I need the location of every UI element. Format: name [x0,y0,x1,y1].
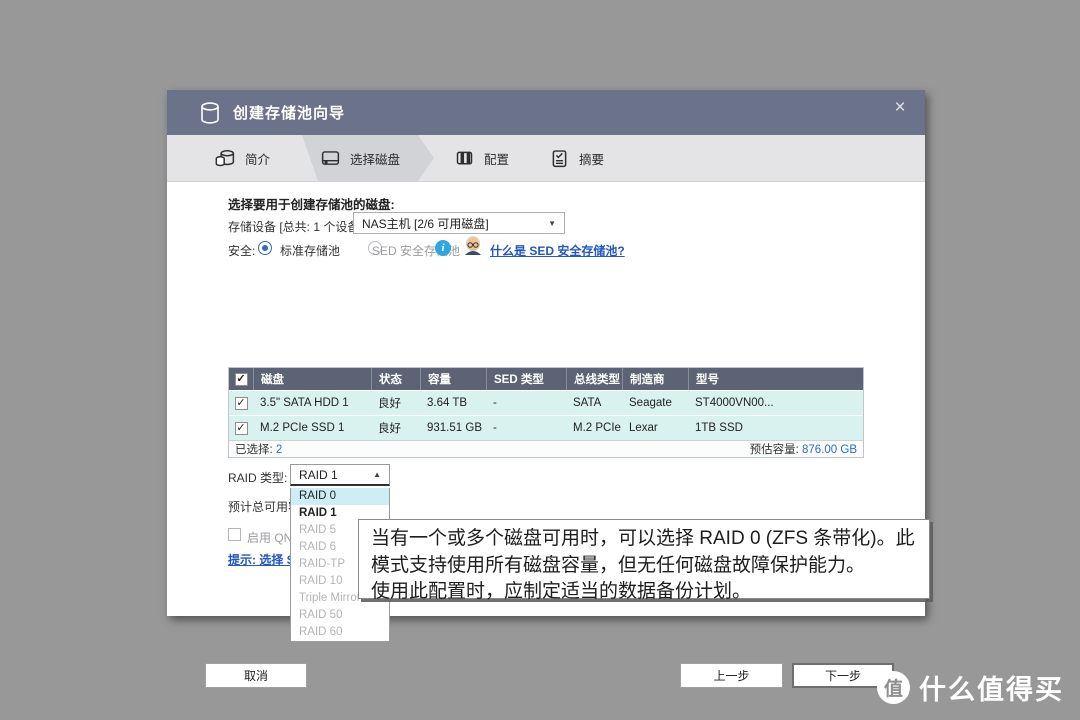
cancel-button[interactable]: 取消 [205,663,307,688]
cell-capacity: 931.51 GB [420,422,486,434]
disk-table-header: ✓ 磁盘 状态 容量 SED 类型 总线类型 制造商 型号 [229,368,863,390]
chevron-down-icon: ▼ [548,219,556,228]
tooltip-line: 使用此配置时，应制定适当的数据备份计划。 [371,579,917,606]
smzdm-logo-icon: 值 [877,671,910,704]
col-header-disk[interactable]: 磁盘 [253,368,371,390]
professor-mascot-icon [461,235,485,257]
create-storage-pool-wizard-dialog: 创建存储池向导 × 简介 选择磁盘 [167,90,925,616]
storage-device-select[interactable]: NAS主机 [2/6 可用磁盘] ▼ [353,212,565,234]
cell-status: 良好 [371,420,420,436]
col-header-status[interactable]: 状态 [371,368,420,390]
cell-disk: M.2 PCIe SSD 1 [253,422,371,434]
select-all-checkbox[interactable]: ✓ [235,373,248,386]
row-checkbox[interactable]: ✓ [235,397,248,410]
cell-manufacturer: Lexar [622,422,688,434]
selected-label: 已选择: [235,444,273,456]
storage-device-label: 存储设备 [总共: 1 个设备]: [228,218,366,235]
step-label: 选择磁盘 [350,149,400,168]
raid-type-label: RAID 类型: [228,469,287,486]
raid0-description-tooltip: 当有一个或多个磁盘可用时，可以选择 RAID 0 (ZFS 条带化)。此 模式支… [358,519,930,599]
radio-standard-pool-label: 标准存储池 [280,242,340,259]
storage-device-value: NAS主机 [2/6 可用磁盘] [362,215,489,232]
chevron-up-icon: ▲ [373,470,381,479]
storage-pool-icon [199,101,221,125]
previous-button[interactable]: 上一步 [680,663,783,688]
tooltip-line: 模式支持使用所有磁盘容量，但无任何磁盘故障保护能力。 [371,553,917,580]
disk-icon [320,148,341,169]
cell-model: 1TB SSD [688,422,863,434]
page-title: 选择要用于创建存储池的磁盘: [228,194,395,213]
raid-option-raid0[interactable]: RAID 0 [291,488,389,505]
step-label: 配置 [484,149,509,168]
step-intro[interactable]: 简介 [195,135,290,181]
step-select-disks[interactable]: 选择磁盘 [290,135,434,181]
step-label: 简介 [245,149,270,168]
cell-sed-type: - [486,422,566,434]
col-header-model[interactable]: 型号 [688,368,863,390]
raid-option-raid60[interactable]: RAID 60 [291,624,389,641]
table-row[interactable]: ✓ M.2 PCIe SSD 1 良好 931.51 GB - M.2 PCIe… [229,415,863,440]
step-configure[interactable]: 配置 [434,135,529,181]
estimate-label: 预估容量: [750,444,799,456]
dialog-title: 创建存储池向导 [233,102,345,123]
tooltip-line: 当有一个或多个磁盘可用时，可以选择 RAID 0 (ZFS 条带化)。此 [371,526,917,553]
security-label: 安全: [228,242,255,259]
cell-capacity: 3.64 TB [420,397,486,409]
sed-help-link[interactable]: 什么是 SED 安全存储池? [490,242,625,259]
estimate-value: 876.00 GB [802,444,857,456]
table-row[interactable]: ✓ 3.5" SATA HDD 1 良好 3.64 TB - SATA Seag… [229,390,863,415]
pools-icon [215,148,236,169]
col-header-manufacturer[interactable]: 制造商 [622,368,688,390]
col-header-sed-type[interactable]: SED 类型 [486,368,566,390]
wizard-step-bar: 简介 选择磁盘 配置 [167,135,925,182]
summary-checklist-icon [549,148,570,169]
dialog-titlebar: 创建存储池向导 × [167,90,925,135]
config-icon [454,148,475,169]
enable-qnap-checkbox[interactable] [228,528,241,541]
raid-type-value: RAID 1 [299,468,338,482]
selected-count: 2 [276,444,282,456]
radio-standard-pool[interactable] [258,241,272,255]
raid-type-select[interactable]: RAID 1 ▲ [290,464,390,486]
info-icon[interactable]: i [435,240,451,256]
step-label: 摘要 [579,149,604,168]
desktop-background: 创建存储池向导 × 简介 选择磁盘 [0,0,1080,720]
cell-disk: 3.5" SATA HDD 1 [253,397,371,409]
cell-bus-type: SATA [566,397,622,409]
raid-option-raid50[interactable]: RAID 50 [291,607,389,624]
cell-model: ST4000VN00... [688,397,863,409]
wizard-content: 选择要用于创建存储池的磁盘: 存储设备 [总共: 1 个设备]: NAS主机 [… [167,182,925,616]
disk-table: ✓ 磁盘 状态 容量 SED 类型 总线类型 制造商 型号 ✓ 3.5" SAT… [228,367,864,458]
row-checkbox[interactable]: ✓ [235,422,248,435]
cell-status: 良好 [371,395,420,411]
cell-sed-type: - [486,397,566,409]
watermark: 值 什么值得买 [877,668,1064,707]
close-icon[interactable]: × [887,95,913,121]
step-summary[interactable]: 摘要 [529,135,624,181]
cell-bus-type: M.2 PCIe [566,421,622,436]
cell-manufacturer: Seagate [622,397,688,409]
col-header-capacity[interactable]: 容量 [420,368,486,390]
disk-table-footer: 已选择: 2 预估容量: 876.00 GB [229,440,863,457]
watermark-label: 什么值得买 [919,668,1064,707]
col-header-bus-type[interactable]: 总线类型 [566,368,622,390]
